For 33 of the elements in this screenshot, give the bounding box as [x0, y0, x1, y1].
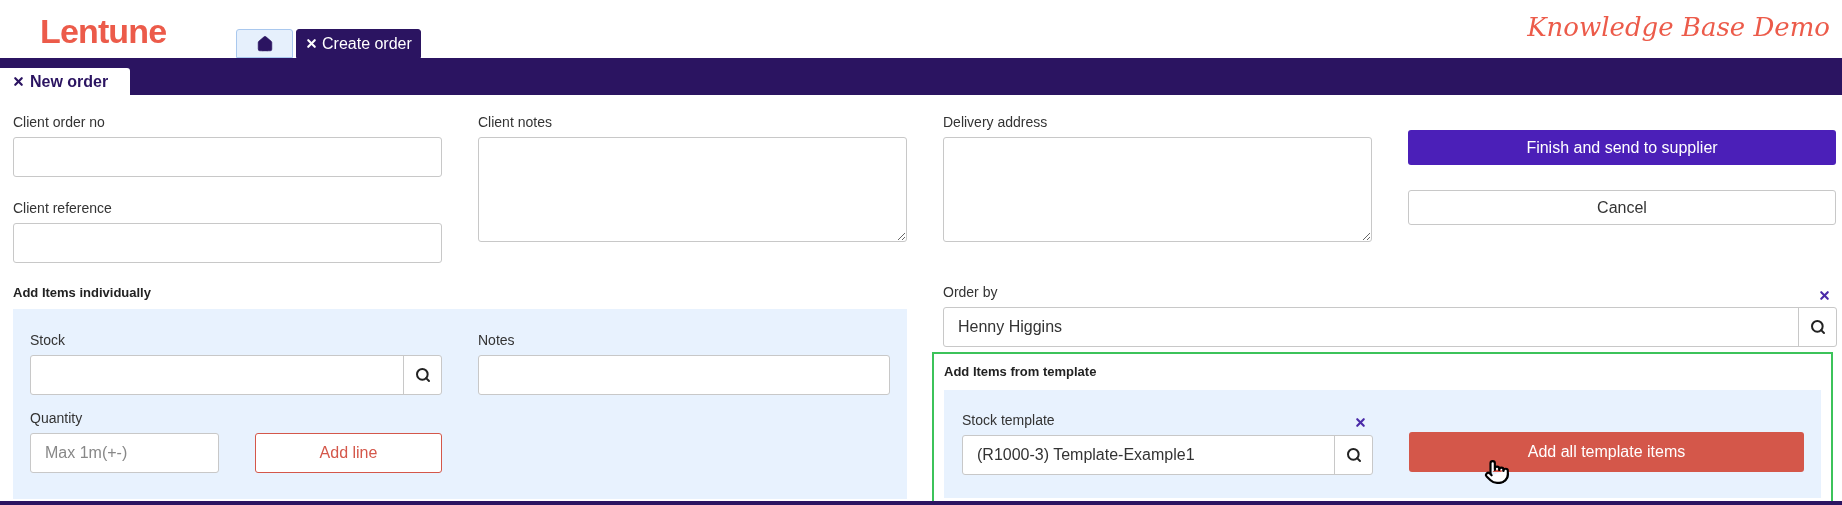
field-label: Delivery address [943, 113, 1049, 131]
input-field[interactable] [13, 223, 442, 263]
field-label: Notes [478, 330, 516, 349]
hand-cursor-icon [1484, 458, 1510, 485]
field-label: Client reference [13, 199, 113, 217]
field-label: Client notes [478, 113, 553, 131]
field-label: Client order no [13, 113, 106, 131]
close-icon[interactable] [12, 75, 25, 88]
search-field[interactable] [30, 354, 442, 395]
search-field[interactable]: (R1000-3) Template-Example1 [962, 434, 1373, 475]
logo: Lentune [40, 11, 167, 52]
close-icon[interactable] [305, 37, 318, 50]
clear-icon[interactable] [1354, 416, 1367, 429]
input-field[interactable] [478, 354, 890, 395]
tagline: Knowledge Base Demo [1527, 11, 1830, 44]
search-field[interactable]: Henny Higgins [943, 307, 1837, 347]
add-line-button[interactable]: Add line [255, 432, 442, 473]
add-template-button[interactable]: Add all template items [1409, 431, 1804, 472]
section-title: Add Items from template [944, 363, 1098, 381]
clear-icon[interactable] [1818, 288, 1831, 302]
section-title: Add Items individually [13, 284, 152, 302]
field-label: Stock template [962, 410, 1055, 429]
input-field[interactable]: Max 1m(+-) [30, 432, 219, 473]
field-label: Quantity [30, 408, 84, 427]
cancel-button[interactable]: Cancel [1408, 190, 1836, 225]
home-icon [255, 34, 274, 53]
field-label: Stock [30, 330, 66, 349]
document-tab[interactable]: New order [0, 68, 130, 95]
home-tab[interactable] [236, 29, 293, 58]
input-field[interactable] [13, 137, 442, 177]
field-label: Order by [943, 283, 998, 301]
finish-button[interactable]: Finish and send to supplier [1408, 130, 1836, 165]
page-tab[interactable]: Create order [296, 29, 421, 58]
